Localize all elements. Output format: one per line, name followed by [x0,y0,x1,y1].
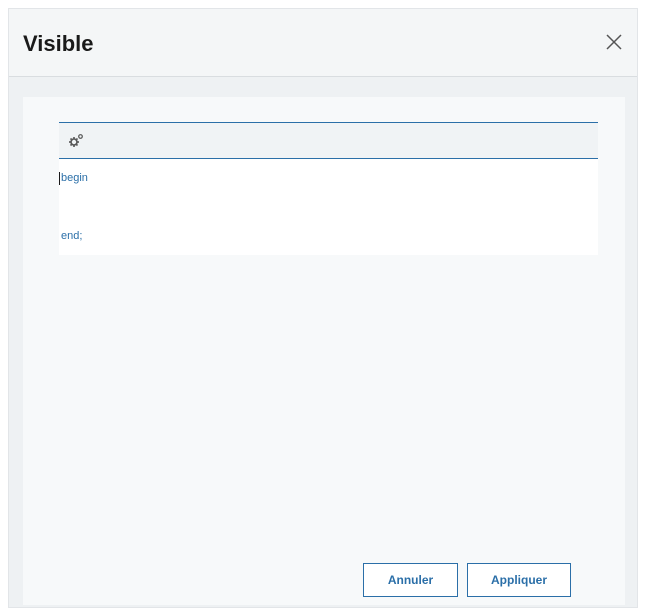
editor-toolbar [59,122,598,159]
cancel-button[interactable]: Annuler [363,563,458,597]
close-button[interactable] [603,31,625,53]
close-icon [606,34,622,50]
text-caret [59,172,60,185]
dialog-body: begin end; Annuler Appliquer [23,97,625,605]
dialog-title: Visible [23,31,94,56]
settings-button[interactable] [67,132,85,150]
gear-icon [69,134,83,147]
code-line: begin [61,172,88,184]
script-editor[interactable]: begin end; [59,122,598,255]
dialog-header: Visible [9,9,637,77]
apply-button[interactable]: Appliquer [467,563,571,597]
code-area[interactable]: begin end; [59,159,598,255]
script-dialog: Visible begin end; Annuler Appliquer [8,8,638,608]
code-line: end; [61,230,83,242]
